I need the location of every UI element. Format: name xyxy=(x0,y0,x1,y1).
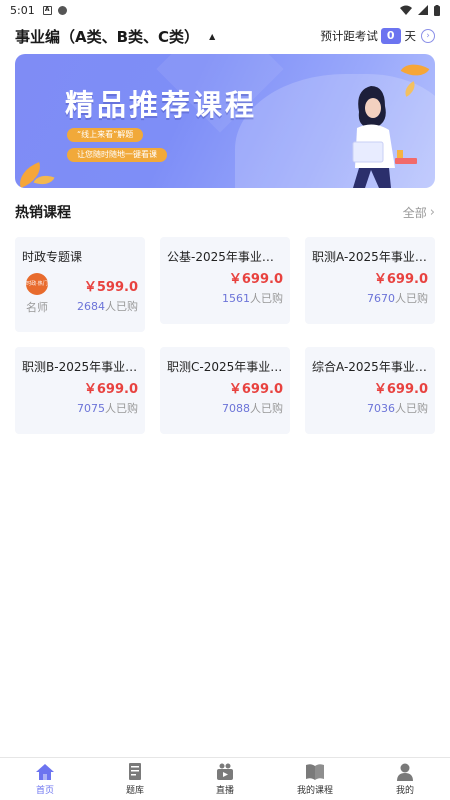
banner-tag: 让您随时随地一键看课 xyxy=(67,148,167,162)
course-title: 公基-2025年事业单… xyxy=(167,250,283,264)
bought-count: 7075 xyxy=(77,402,105,415)
see-all-link[interactable]: 全部 › xyxy=(403,204,435,221)
course-price: ￥599.0 xyxy=(83,280,138,295)
profile-icon xyxy=(397,763,413,781)
course-card[interactable]: 综合A-2025年事业… ￥699.0 7036人已购 xyxy=(305,347,435,434)
banner-headline: 精品推荐课程 xyxy=(65,88,258,122)
question-bank-icon xyxy=(129,762,141,780)
bought-suffix: 人已购 xyxy=(395,292,428,305)
countdown-arrow-icon[interactable]: › xyxy=(421,29,435,43)
bought-suffix: 人已购 xyxy=(105,300,138,313)
bought-count: 7670 xyxy=(367,292,395,305)
course-price: ￥699.0 xyxy=(228,272,283,287)
bought-count: 7036 xyxy=(367,402,395,415)
bottom-nav: 首页 题库 直播 我的课程 我的 xyxy=(0,757,450,800)
course-title: 综合A-2025年事业… xyxy=(312,360,427,374)
course-price: ￥699.0 xyxy=(373,272,428,287)
nav-label: 题库 xyxy=(125,785,144,796)
nav-label: 首页 xyxy=(35,785,54,796)
course-title: 职测B-2025年事业… xyxy=(22,360,138,374)
course-card[interactable]: 公基-2025年事业单… ￥699.0 1561人已购 xyxy=(160,237,290,324)
see-all-label: 全部 xyxy=(402,205,427,220)
nav-question-bank[interactable]: 题库 xyxy=(90,758,180,800)
live-icon xyxy=(217,763,233,780)
caret-down-icon[interactable]: ▲ xyxy=(209,32,215,41)
course-card[interactable]: 职测A-2025年事业… ￥699.0 7670人已购 xyxy=(305,237,435,324)
course-price: ￥699.0 xyxy=(228,382,283,397)
status-right xyxy=(400,4,440,16)
exam-countdown: 预计距考试 0 天 › xyxy=(320,28,435,44)
nav-label: 我的 xyxy=(395,785,414,796)
person-with-laptop-illustration xyxy=(352,86,417,188)
course-card[interactable]: 时政专题课 时政·热门 ￥599.0 名师 2684人已购 xyxy=(15,237,145,332)
nav-home[interactable]: 首页 xyxy=(0,758,90,800)
course-card[interactable]: 职测C-2025年事业… ￥699.0 7088人已购 xyxy=(160,347,290,434)
course-price: ￥699.0 xyxy=(373,382,428,397)
bought-suffix: 人已购 xyxy=(250,292,283,305)
bought-count: 7088 xyxy=(222,402,250,415)
wifi-icon xyxy=(400,5,412,15)
nav-my-courses[interactable]: 我的课程 xyxy=(270,758,360,800)
status-time: 5:01 xyxy=(10,3,35,17)
promo-banner[interactable]: 精品推荐课程 “线上来看”解题 让您随时随地一键看课 xyxy=(15,54,435,188)
signal-icon xyxy=(418,5,428,15)
bought-count: 2684 xyxy=(77,300,105,313)
course-bought: 7670人已购 xyxy=(367,290,428,306)
my-courses-icon xyxy=(306,763,324,780)
course-bought: 7088人已购 xyxy=(222,400,283,416)
course-bought: 1561人已购 xyxy=(222,290,283,306)
course-title: 职测C-2025年事业… xyxy=(167,360,283,374)
nav-label: 我的课程 xyxy=(296,785,333,796)
status-bar: 5:01 A xyxy=(0,0,450,20)
nav-live[interactable]: 直播 xyxy=(180,758,270,800)
chevron-right-icon: › xyxy=(429,204,435,220)
hot-courses-header: 热销课程 全部 › xyxy=(15,202,435,222)
section-title: 热销课程 xyxy=(15,205,71,221)
app-header: 事业编（A类、B类、C类） ▲ 预计距考试 0 天 › xyxy=(0,22,450,50)
countdown-days-badge: 0 xyxy=(380,28,401,44)
nav-label: 直播 xyxy=(215,785,234,796)
course-price: ￥699.0 xyxy=(83,382,138,397)
bought-suffix: 人已购 xyxy=(105,402,138,415)
countdown-label: 预计距考试 xyxy=(320,29,378,43)
bought-count: 1561 xyxy=(222,292,250,305)
notification-cat-icon xyxy=(57,5,67,15)
bought-suffix: 人已购 xyxy=(250,402,283,415)
course-title: 职测A-2025年事业… xyxy=(312,250,427,264)
home-icon xyxy=(36,763,54,780)
course-bought: 7075人已购 xyxy=(77,400,138,416)
course-title: 时政专题课 xyxy=(22,250,83,264)
course-bought: 7036人已购 xyxy=(367,400,428,416)
teacher-name: 名师 xyxy=(26,301,48,314)
countdown-unit: 天 xyxy=(404,29,417,43)
battery-icon xyxy=(434,4,440,16)
course-card[interactable]: 职测B-2025年事业… ￥699.0 7075人已购 xyxy=(15,347,145,434)
bought-suffix: 人已购 xyxy=(395,402,428,415)
teacher-avatar: 时政·热门 xyxy=(26,273,48,295)
banner-tag: “线上来看”解题 xyxy=(67,128,144,142)
exam-category-selector[interactable]: 事业编（A类、B类、C类） xyxy=(15,26,199,47)
notification-a-icon: A xyxy=(42,5,52,15)
nav-profile[interactable]: 我的 xyxy=(360,758,450,800)
course-bought: 2684人已购 xyxy=(77,298,138,314)
